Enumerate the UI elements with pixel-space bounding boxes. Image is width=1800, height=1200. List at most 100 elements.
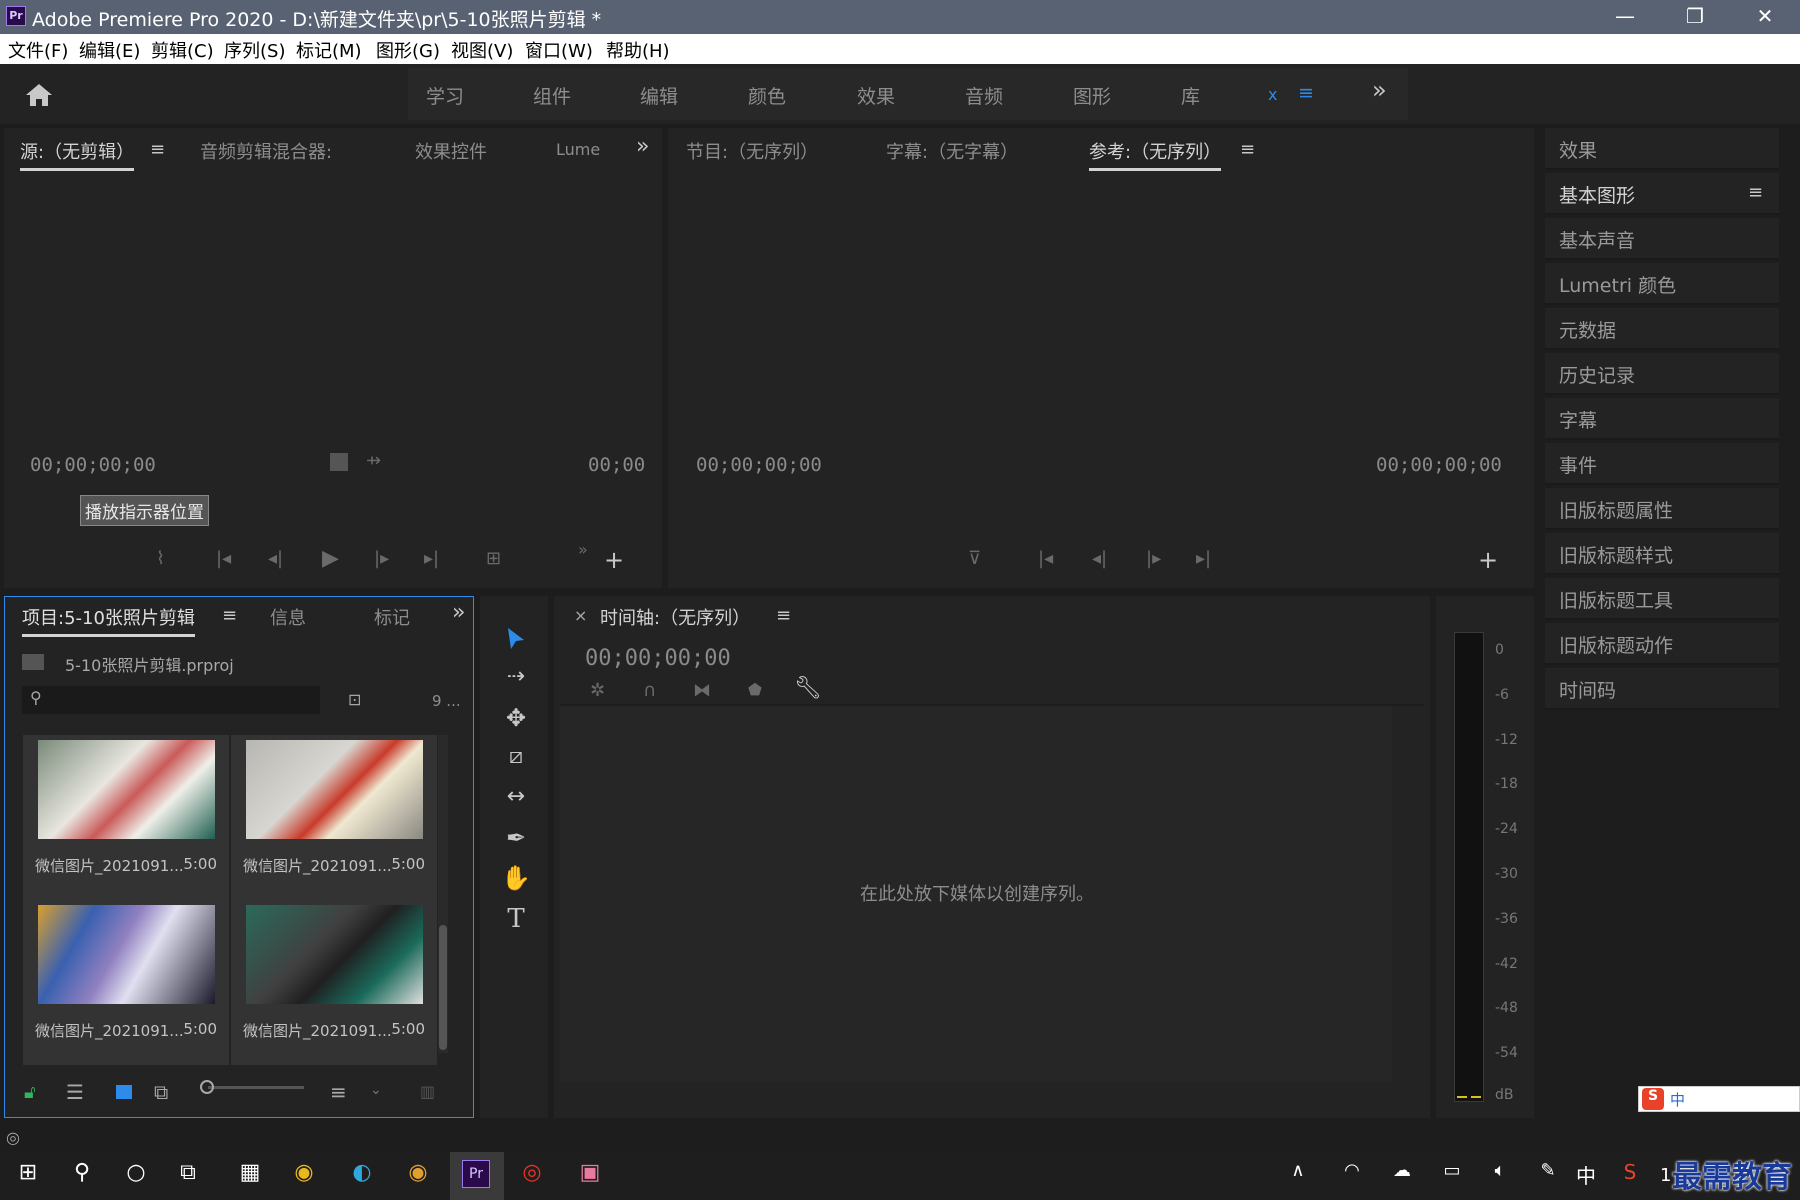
workspace-color[interactable]: 颜色 [748, 82, 786, 109]
workspace-menu-icon[interactable]: ≡ [1298, 82, 1314, 104]
step-forward-icon[interactable]: |▸ [374, 548, 389, 569]
workspace-editing[interactable]: 编辑 [640, 82, 678, 109]
source-timecode-current[interactable]: 00;00;00;00 [30, 454, 156, 476]
search-input[interactable] [22, 686, 320, 714]
project-panel-menu-icon[interactable]: ≡ [222, 605, 237, 626]
menu-sequence[interactable]: 序列(S) [224, 37, 285, 63]
program-timecode-current[interactable]: 00;00;00;00 [696, 454, 822, 476]
ripple-edit-tool-icon[interactable]: ✥ [496, 704, 536, 740]
chrome-extension-icon[interactable]: ◉ [400, 1160, 436, 1192]
sogou-tray-icon[interactable]: S [1612, 1160, 1648, 1192]
add-marker-icon[interactable]: ⧓ [693, 680, 711, 701]
menu-help[interactable]: 帮助(H) [606, 37, 670, 63]
prog-step-forward-icon[interactable]: |▸ [1146, 548, 1161, 569]
ime-mode-indicator[interactable]: 中 [1670, 1089, 1685, 1110]
snap-icon[interactable]: ✲ [590, 680, 605, 701]
panel-legacy-title-actions[interactable]: 旧版标题动作 [1545, 623, 1779, 665]
go-to-in-icon[interactable]: |◂ [216, 548, 231, 569]
workspace-learn[interactable]: 学习 [426, 82, 464, 109]
zoom-slider-handle[interactable] [200, 1080, 214, 1094]
tab-timeline[interactable]: 时间轴:（无序列） [600, 604, 750, 630]
timeline-close-icon[interactable]: × [574, 606, 587, 625]
panel-legacy-title-tools[interactable]: 旧版标题工具 [1545, 578, 1779, 620]
workspace-assembly[interactable]: 组件 [533, 82, 571, 109]
lock-icon[interactable]: 🔓︎ [24, 1082, 36, 1103]
panel-effects[interactable]: 效果 [1545, 128, 1779, 170]
prog-step-back-icon[interactable]: ◂| [1092, 548, 1107, 569]
wrench-icon[interactable]: 🔧︎ [794, 676, 822, 701]
chrome-icon[interactable]: ◉ [286, 1160, 322, 1192]
tab-source[interactable]: 源:（无剪辑） [20, 138, 135, 171]
selection-tool-icon[interactable] [504, 626, 528, 652]
maximize-button[interactable]: ❐ [1660, 0, 1730, 34]
onedrive-icon[interactable]: ☁ [1384, 1160, 1420, 1192]
menu-edit[interactable]: 编辑(E) [79, 37, 140, 63]
workspace-more-icon[interactable]: » [1372, 76, 1387, 104]
media-thumbnail[interactable]: 微信图片_2021091... 5:00 [231, 735, 437, 900]
prog-go-to-in-icon[interactable]: |◂ [1038, 548, 1053, 569]
tab-effect-controls[interactable]: 效果控件 [415, 138, 487, 164]
panel-captions[interactable]: 字幕 [1545, 398, 1779, 440]
automate-to-sequence-icon[interactable]: ▥ [420, 1082, 435, 1101]
tab-reference[interactable]: 参考:（无序列） [1089, 138, 1222, 171]
source-add-button-icon[interactable]: + [604, 546, 624, 574]
ime-tray-indicator[interactable]: 中 [1568, 1160, 1604, 1192]
zoom-slider[interactable] [208, 1086, 304, 1089]
sort-icon[interactable]: ≡ [330, 1080, 347, 1104]
lift-icon[interactable]: ⊽ [968, 548, 981, 569]
marker-icon[interactable]: ⬟ [748, 680, 762, 699]
prog-go-to-out-icon[interactable]: ▸| [1196, 548, 1211, 569]
cortana-icon[interactable]: ○ [118, 1160, 154, 1192]
linked-selection-icon[interactable]: ∩ [643, 680, 656, 701]
project-scrollbar-thumb[interactable] [439, 925, 447, 1050]
workspace-close-x[interactable]: x [1268, 85, 1277, 104]
timeline-timecode[interactable]: 00;00;00;00 [585, 646, 731, 671]
volume-icon[interactable]: 🔈︎ [1482, 1160, 1518, 1192]
media-thumbnail[interactable]: 微信图片_2021091... 5:00 [23, 735, 229, 900]
panel-lumetri-color[interactable]: Lumetri 颜色 [1545, 263, 1779, 305]
pen-icon[interactable]: ✎ [1530, 1160, 1566, 1192]
panel-legacy-title-styles[interactable]: 旧版标题样式 [1545, 533, 1779, 575]
menu-clip[interactable]: 剪辑(C) [151, 37, 214, 63]
freeform-view-icon[interactable]: ⧉ [154, 1080, 168, 1104]
windows-start-icon[interactable]: ⊞ [10, 1160, 46, 1192]
tray-expand-icon[interactable]: ∧ [1280, 1160, 1316, 1192]
panel-essential-graphics[interactable]: 基本图形 [1545, 173, 1779, 215]
task-view-icon[interactable]: ⧉ [170, 1160, 206, 1192]
program-panel-menu-icon[interactable]: ≡ [1240, 139, 1255, 160]
pen-tool-icon[interactable]: ✒ [496, 824, 536, 860]
essential-graphics-menu-icon[interactable]: ≡ [1748, 182, 1763, 203]
tab-project[interactable]: 项目:5-10张照片剪辑 [22, 604, 195, 637]
source-tabs-more-icon[interactable]: » [636, 134, 649, 159]
media-app-icon[interactable]: ▣ [572, 1160, 608, 1192]
workspace-libraries[interactable]: 库 [1181, 82, 1200, 109]
panel-metadata[interactable]: 元数据 [1545, 308, 1779, 350]
workspace-effects[interactable]: 效果 [857, 82, 895, 109]
workspace-audio[interactable]: 音频 [965, 82, 1003, 109]
home-icon[interactable] [24, 82, 54, 108]
menu-graphics[interactable]: 图形(G) [376, 37, 440, 63]
hand-tool-icon[interactable]: ✋ [496, 864, 536, 900]
panel-events[interactable]: 事件 [1545, 443, 1779, 485]
media-thumbnail[interactable]: 微信图片_2021091... 5:00 [231, 900, 437, 1065]
tab-audio-clip-mixer[interactable]: 音频剪辑混合器: [200, 138, 332, 164]
program-add-button-icon[interactable]: + [1478, 546, 1498, 574]
close-button[interactable]: ✕ [1730, 0, 1800, 34]
tab-info[interactable]: 信息 [270, 604, 306, 630]
type-tool-icon[interactable]: T [496, 904, 536, 940]
razor-tool-icon[interactable]: ⧄ [496, 744, 536, 780]
track-select-tool-icon[interactable]: ⇢ [496, 664, 536, 700]
netease-music-icon[interactable]: ◎ [514, 1160, 550, 1192]
list-view-icon[interactable]: ☰ [66, 1080, 84, 1104]
calculator-icon[interactable]: ▦ [232, 1160, 268, 1192]
new-search-bin-icon[interactable]: ⊡ [348, 690, 361, 709]
fit-icon[interactable] [330, 453, 348, 471]
tab-lumetri[interactable]: Lume [556, 140, 602, 159]
settings-icon[interactable]: ⇸ [366, 450, 381, 471]
menu-file[interactable]: 文件(F) [8, 37, 68, 63]
sogou-ime-icon[interactable]: S [1642, 1088, 1664, 1110]
clock[interactable]: 1 [1660, 1165, 1671, 1186]
tab-captions[interactable]: 字幕:（无字幕） [886, 138, 1018, 164]
workspace-graphics[interactable]: 图形 [1073, 82, 1111, 109]
sort-dropdown-chevron-icon[interactable]: ⌄ [370, 1082, 382, 1098]
